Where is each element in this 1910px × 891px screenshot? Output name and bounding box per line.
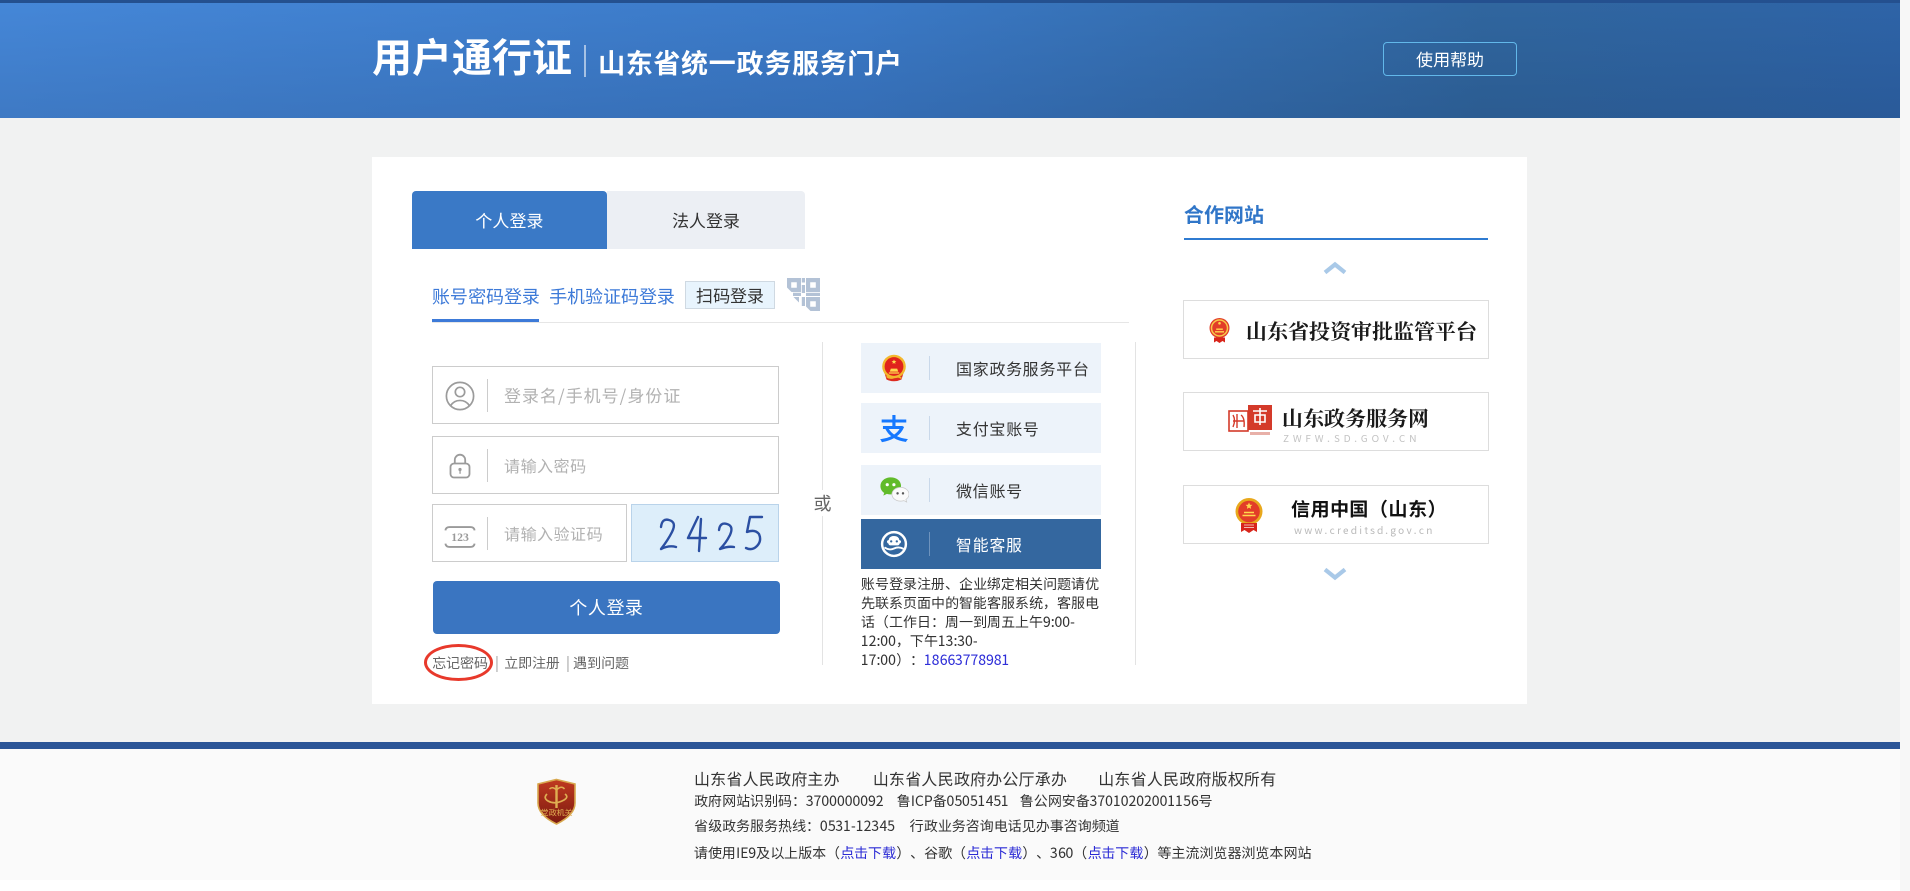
svg-text:123: 123 xyxy=(451,528,469,545)
svg-text:党政机关: 党政机关 xyxy=(541,808,574,819)
